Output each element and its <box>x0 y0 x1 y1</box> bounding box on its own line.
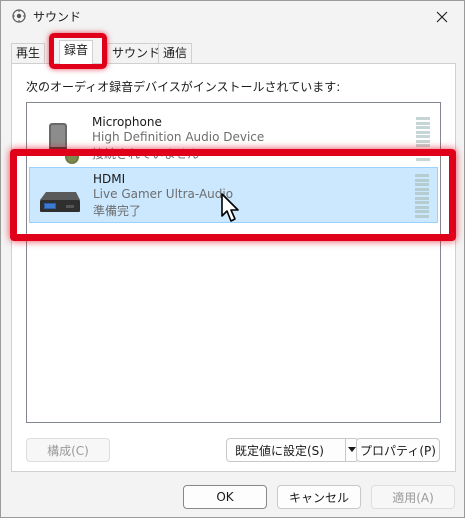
cancel-button[interactable]: キャンセル <box>277 485 361 509</box>
configure-button[interactable]: 構成(C) <box>26 438 110 462</box>
tab-sounds[interactable]: サウンド <box>107 43 166 63</box>
speaker-settings-icon <box>12 9 26 23</box>
instruction-text: 次のオーディオ録音デバイスがインストールされています: <box>26 80 341 94</box>
device-status: 準備完了 <box>93 204 142 218</box>
close-icon <box>436 11 448 23</box>
recording-panel: 次のオーディオ録音デバイスがインストールされています: Microphone H… <box>11 63 456 472</box>
close-button[interactable] <box>426 3 458 31</box>
device-item-microphone[interactable]: Microphone High Definition Audio Device … <box>29 111 438 167</box>
mouse-cursor-icon <box>221 193 239 222</box>
level-meter <box>415 174 429 218</box>
set-default-button[interactable]: 既定値に設定(S) <box>226 438 346 462</box>
title-bar: サウンド <box>1 1 464 33</box>
ok-button[interactable]: OK <box>183 485 267 509</box>
sound-dialog: サウンド 再生 録音 サウンド 通信 次のオーディオ録音デバイスがインストールさ… <box>0 0 465 518</box>
device-description: Live Gamer Ultra-Audio <box>93 187 234 201</box>
chevron-down-icon <box>348 447 356 452</box>
tab-playback[interactable]: 再生 <box>11 43 46 63</box>
device-description: High Definition Audio Device <box>92 130 265 144</box>
device-name: HDMI <box>93 172 126 186</box>
capture-device-icon <box>40 192 80 212</box>
tab-recording[interactable]: 録音 <box>59 40 94 64</box>
properties-button[interactable]: プロパティ(P) <box>356 438 440 462</box>
apply-button[interactable]: 適用(A) <box>371 485 455 509</box>
device-name: Microphone <box>92 115 162 129</box>
device-list[interactable]: Microphone High Definition Audio Device … <box>26 102 441 423</box>
window-title: サウンド <box>33 10 82 24</box>
device-status: 接続されていません <box>92 147 200 161</box>
microphone-icon <box>49 123 79 164</box>
tab-communications[interactable]: 通信 <box>158 43 193 63</box>
level-meter <box>416 117 430 161</box>
